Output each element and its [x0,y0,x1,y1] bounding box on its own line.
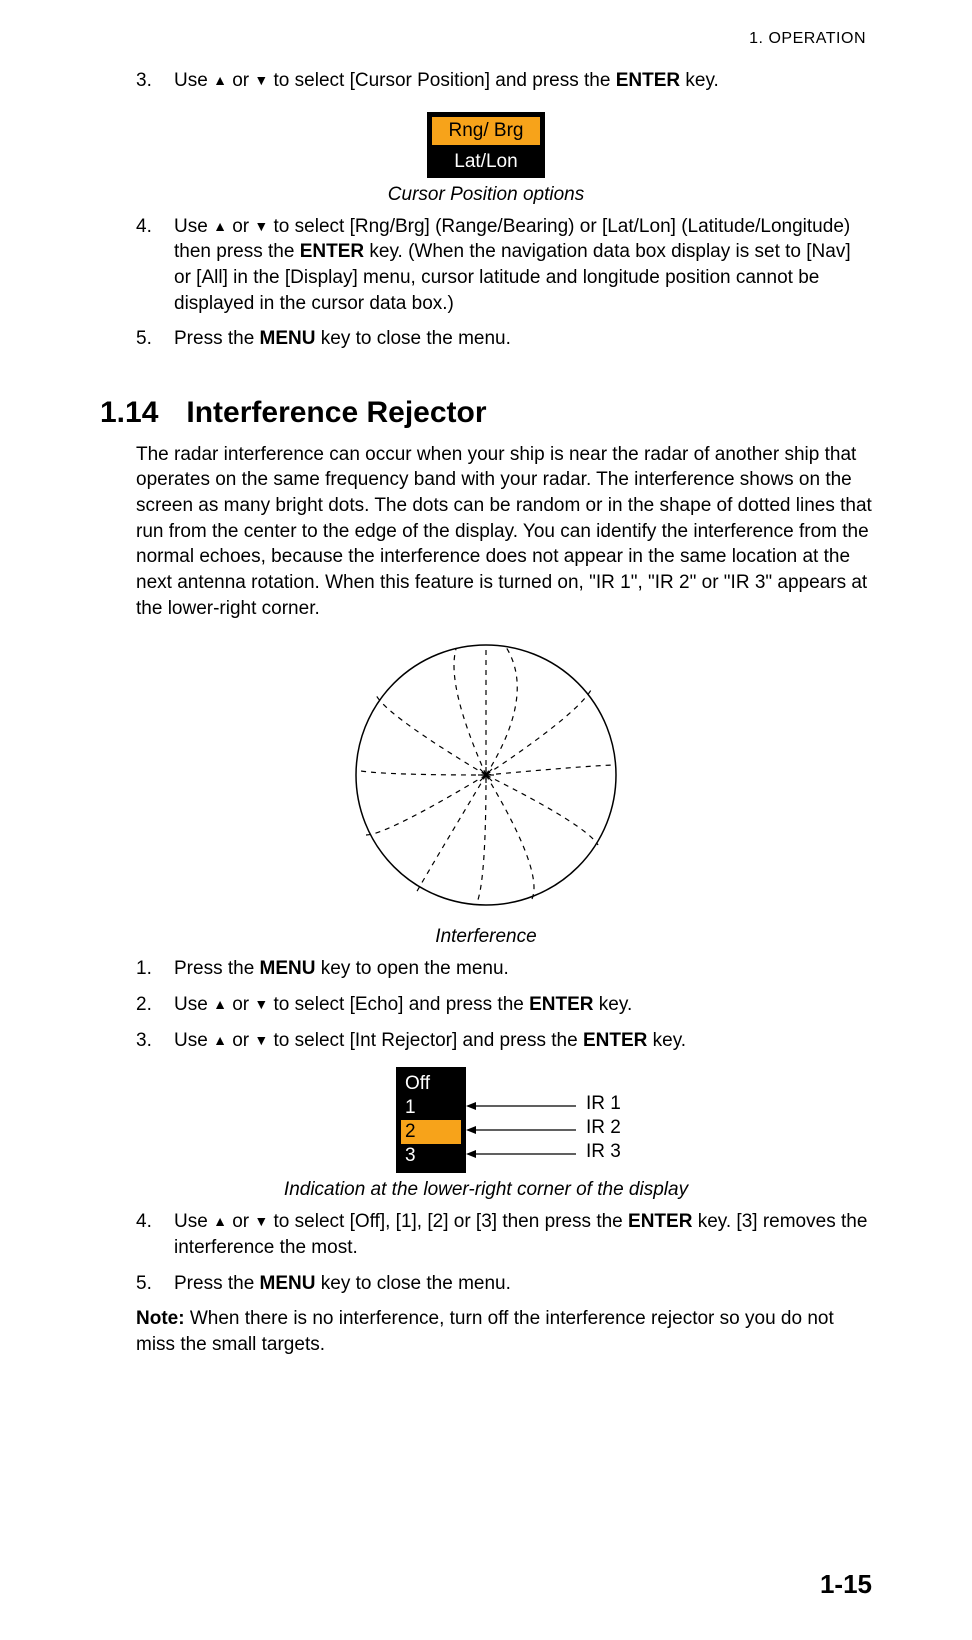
text: or [227,1211,254,1232]
s114-step-3: 3. Use ▲ or ▼ to select [Int Rejector] a… [136,1028,872,1054]
text: Press the [174,328,260,349]
ir-option-box: Off 1 2 3 [396,1067,466,1173]
down-arrow-icon: ▼ [254,72,268,88]
section-number: 1.14 [100,396,158,430]
key-name: MENU [260,958,316,979]
text: or [227,1030,254,1051]
up-arrow-icon: ▲ [213,72,227,88]
s114-step-2: 2. Use ▲ or ▼ to select [Echo] and press… [136,992,872,1018]
ir-inner: Off 1 2 3 IR 1 IR 2 IR 3 [396,1067,576,1173]
s114-step-1: 1. Press the MENU key to open the menu. [136,956,872,982]
up-arrow-icon: ▲ [213,1032,227,1048]
key-name: MENU [260,1273,316,1294]
ir-item-off: Off [401,1072,461,1096]
arrow-left-icon [466,1099,576,1113]
arrow-left-icon [466,1147,576,1161]
section-title: Interference Rejector [186,396,486,430]
note-text: When there is no interference, turn off … [136,1308,834,1355]
text: Press the [174,1273,260,1294]
text: key. [680,70,719,91]
interference-figure [100,635,872,920]
step-number: 4. [136,1209,152,1235]
up-arrow-icon: ▲ [213,1213,227,1229]
text: key to close the menu. [316,1273,511,1294]
text: Use [174,994,213,1015]
text: key to close the menu. [316,328,511,349]
text: or [227,994,254,1015]
text: to select [Cursor Position] and press th… [268,70,615,91]
step-number: 5. [136,1271,152,1297]
ir-label-3: IR 3 [586,1141,621,1163]
s114-step-5: 5. Press the MENU key to close the menu. [136,1271,872,1297]
step-number: 2. [136,992,152,1018]
text: key. [594,994,633,1015]
text: key to open the menu. [316,958,509,979]
step-5: 5. Press the MENU key to close the menu. [136,326,872,352]
down-arrow-icon: ▼ [254,1032,268,1048]
section-a-steps: 3. Use ▲ or ▼ to select [Cursor Position… [136,68,872,94]
arrow-to-ir3 [466,1147,576,1161]
key-name: ENTER [628,1211,692,1232]
note-para: Note: When there is no interference, tur… [136,1306,872,1357]
text: or [227,216,254,237]
down-arrow-icon: ▼ [254,996,268,1012]
arrow-left-icon [466,1123,576,1137]
figure-caption-ir: Indication at the lower-right corner of … [100,1179,872,1201]
text: Use [174,70,213,91]
step-number: 4. [136,214,152,240]
section-114-steps-cont: 4. Use ▲ or ▼ to select [Off], [1], [2] … [136,1209,872,1296]
up-arrow-icon: ▲ [213,218,227,234]
step-4: 4. Use ▲ or ▼ to select [Rng/Brg] (Range… [136,214,872,317]
int-rejector-figure: Off 1 2 3 IR 1 IR 2 IR 3 [100,1067,872,1173]
text: to select [Int Rejector] and press the [268,1030,583,1051]
text: key. [647,1030,686,1051]
ir-arrow-labels: IR 1 IR 2 IR 3 [466,1067,576,1169]
section-body-para: The radar interference can occur when yo… [136,442,872,621]
text: or [227,70,254,91]
option-unselected: Lat/Lon [429,148,543,176]
section-a-steps-cont: 4. Use ▲ or ▼ to select [Rng/Brg] (Range… [136,214,872,352]
ir-label-2: IR 2 [586,1117,621,1139]
radar-interference-icon [336,635,636,915]
text: Press the [174,958,260,979]
down-arrow-icon: ▼ [254,1213,268,1229]
ir-item-1: 1 [401,1096,461,1120]
page: 1. OPERATION 3. Use ▲ or ▼ to select [Cu… [0,0,972,1640]
text: to select [Echo] and press the [268,994,529,1015]
s114-step-4: 4. Use ▲ or ▼ to select [Off], [1], [2] … [136,1209,872,1260]
arrow-to-ir2 [466,1123,576,1137]
step-number: 3. [136,68,152,94]
text: Use [174,216,213,237]
text: to select [Off], [1], [2] or [3] then pr… [268,1211,628,1232]
ir-item-3: 3 [401,1144,461,1168]
option-selected: Rng/ Brg [432,117,540,145]
key-name: MENU [260,328,316,349]
ir-label-1: IR 1 [586,1093,621,1115]
cursor-position-option-box: Rng/ Brg Lat/Lon [427,112,545,178]
figure-caption-interference: Interference [100,926,872,948]
step-number: 3. [136,1028,152,1054]
step-number: 5. [136,326,152,352]
section-heading-1-14: 1.14 Interference Rejector [100,396,872,430]
section-114-steps: 1. Press the MENU key to open the menu. … [136,956,872,1053]
up-arrow-icon: ▲ [213,996,227,1012]
note-label: Note: [136,1308,185,1329]
text: Use [174,1030,213,1051]
running-head: 1. OPERATION [100,30,866,48]
step-number: 1. [136,956,152,982]
figure-caption-cursor: Cursor Position options [100,184,872,206]
key-name: ENTER [583,1030,647,1051]
key-name: ENTER [616,70,680,91]
step-3: 3. Use ▲ or ▼ to select [Cursor Position… [136,68,872,94]
key-name: ENTER [529,994,593,1015]
ir-item-2-selected: 2 [401,1120,461,1144]
page-number: 1-15 [820,1569,872,1600]
down-arrow-icon: ▼ [254,218,268,234]
text: Use [174,1211,213,1232]
key-name: ENTER [300,241,364,262]
arrow-to-ir1 [466,1099,576,1113]
